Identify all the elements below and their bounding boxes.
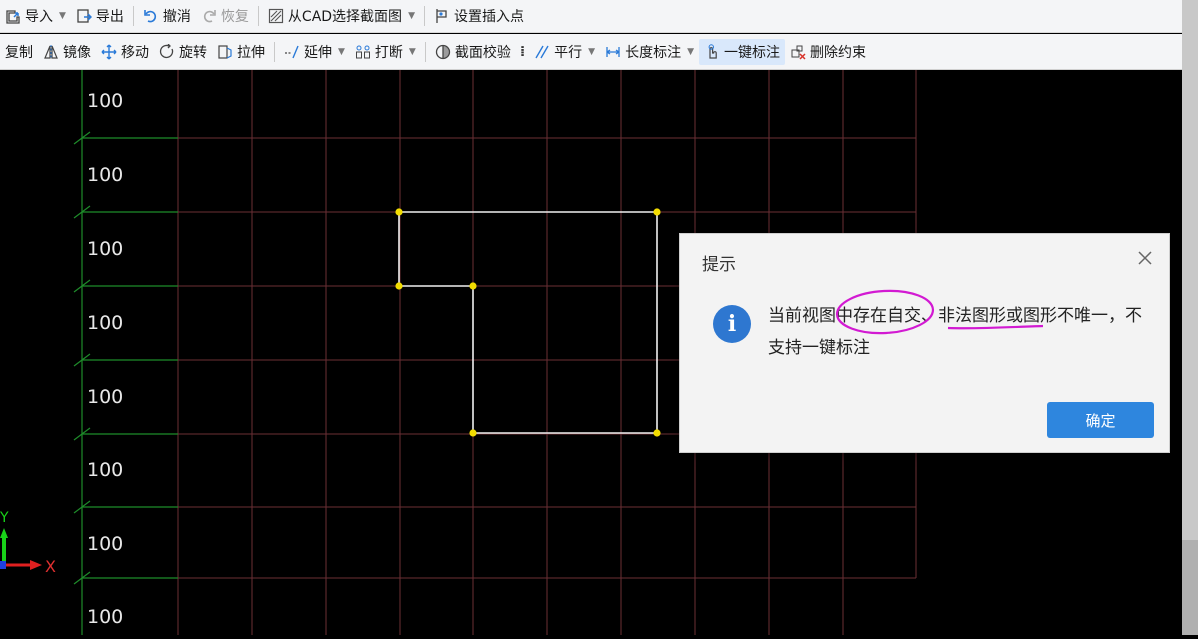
row-dimension-label: 100 xyxy=(87,312,124,334)
delete-constraint-icon xyxy=(790,44,806,60)
rotate-icon xyxy=(159,43,175,60)
break-label: 打断 xyxy=(374,44,403,61)
extend-label: 延伸 xyxy=(304,44,332,61)
hand-pointer-icon xyxy=(704,43,720,60)
redo-button[interactable]: 恢复 xyxy=(196,3,254,29)
one-key-dim-label: 一键标注 xyxy=(724,44,781,61)
move-button[interactable]: 移动 xyxy=(96,39,154,65)
hint-dialog: 提示 i 当前视图中存在自交、非法图形或图形不唯一，不支持一键标注 确定 xyxy=(679,233,1170,453)
redo-icon xyxy=(201,8,217,24)
delete-constraint-label: 删除约束 xyxy=(810,44,867,61)
info-icon: i xyxy=(713,305,751,343)
section-check-button[interactable]: 截面校验 xyxy=(430,39,516,65)
row-dimension-label: 100 xyxy=(87,164,124,186)
insert-point-icon xyxy=(434,8,450,24)
row-dimension-label: 100 xyxy=(87,90,124,112)
stretch-icon xyxy=(217,44,233,60)
extend-button[interactable]: 延伸 ▼ xyxy=(279,39,350,65)
rotate-button[interactable]: 旋转 xyxy=(154,39,212,65)
section-check-label: 截面校验 xyxy=(454,44,511,61)
delete-constraint-button[interactable]: 删除约束 xyxy=(785,39,871,65)
axis-y-label: Y xyxy=(0,510,9,526)
row-dimension-label: 100 xyxy=(87,533,124,555)
parallel-button[interactable]: 平行 ▼ xyxy=(529,39,600,65)
extend-icon xyxy=(284,44,300,60)
break-button[interactable]: 打断 ▼ xyxy=(350,39,421,65)
undo-button[interactable]: 撤消 xyxy=(138,3,196,29)
set-insert-point-button[interactable]: 设置插入点 xyxy=(429,3,529,29)
dialog-title: 提示 xyxy=(702,255,736,275)
rotate-label: 旋转 xyxy=(179,44,207,61)
axis-indicator: X Y xyxy=(0,510,56,576)
stretch-button[interactable]: 拉伸 xyxy=(212,39,270,65)
chevron-down-icon[interactable]: ▼ xyxy=(408,11,415,21)
redo-label: 恢复 xyxy=(220,9,249,25)
row-dimension-label: 100 xyxy=(87,606,124,628)
axis-x-label: X xyxy=(45,557,56,576)
chevron-down-icon[interactable]: ▼ xyxy=(409,47,416,57)
chevron-down-icon[interactable]: ▼ xyxy=(687,47,694,57)
side-panel-edge xyxy=(1182,540,1198,635)
copy-label: 复制 xyxy=(5,44,33,61)
undo-icon xyxy=(143,8,159,24)
move-icon xyxy=(101,44,117,60)
length-dimension-icon xyxy=(605,44,621,60)
import-label: 导入 xyxy=(25,9,53,25)
chevron-down-icon[interactable]: ▼ xyxy=(59,11,66,21)
mirror-label: 镜像 xyxy=(63,44,91,61)
stretch-label: 拉伸 xyxy=(237,44,265,61)
export-label: 导出 xyxy=(95,9,124,25)
row-dimension-label: 100 xyxy=(87,386,124,408)
divider xyxy=(132,6,134,26)
break-icon xyxy=(355,44,371,60)
length-dim-label: 长度标注 xyxy=(625,44,682,61)
from-cad-button[interactable]: 从CAD选择截面图 ▼ xyxy=(263,3,420,29)
toolbar-grip[interactable]: ⁞ xyxy=(520,44,525,60)
divider xyxy=(423,6,425,26)
cad-select-icon xyxy=(268,8,284,24)
divider xyxy=(274,41,275,62)
edit-toolbar: 复制 镜像 移动 旋转 拉伸 延伸 ▼ 打断 ▼ 截面校验 ⁞ 平行 ▼ 长度标… xyxy=(0,34,1182,70)
ok-button[interactable]: 确定 xyxy=(1047,402,1154,438)
parallel-label: 平行 xyxy=(554,44,583,61)
row-dimension-label: 100 xyxy=(87,459,124,481)
dialog-message: 当前视图中存在自交、非法图形或图形不唯一，不支持一键标注 xyxy=(768,306,1142,358)
copy-button[interactable]: 复制 xyxy=(0,39,38,65)
main-toolbar: 导入 ▼ 导出 撤消 恢复 从CAD选择截面图 ▼ 设置插入点 xyxy=(0,0,1182,33)
divider xyxy=(257,6,259,26)
export-icon xyxy=(76,8,92,24)
length-dim-button[interactable]: 长度标注 ▼ xyxy=(600,39,699,65)
import-icon xyxy=(5,8,21,24)
row-dimension-label: 100 xyxy=(87,238,124,260)
section-check-icon xyxy=(435,44,451,60)
parallel-icon xyxy=(534,44,550,60)
export-button[interactable]: 导出 xyxy=(71,3,129,29)
side-scrollbar[interactable] xyxy=(1182,0,1198,635)
import-button[interactable]: 导入 ▼ xyxy=(0,3,71,29)
chevron-down-icon[interactable]: ▼ xyxy=(338,47,345,57)
one-key-dim-button[interactable]: 一键标注 xyxy=(699,38,786,65)
close-icon[interactable] xyxy=(1135,248,1155,268)
mirror-icon xyxy=(43,44,59,60)
move-label: 移动 xyxy=(121,44,149,61)
from-cad-label: 从CAD选择截面图 xyxy=(287,9,403,25)
chevron-down-icon[interactable]: ▼ xyxy=(588,47,595,57)
undo-label: 撤消 xyxy=(162,9,191,25)
mirror-button[interactable]: 镜像 xyxy=(38,39,96,65)
divider xyxy=(424,41,426,62)
set-insert-point-label: 设置插入点 xyxy=(453,9,524,25)
